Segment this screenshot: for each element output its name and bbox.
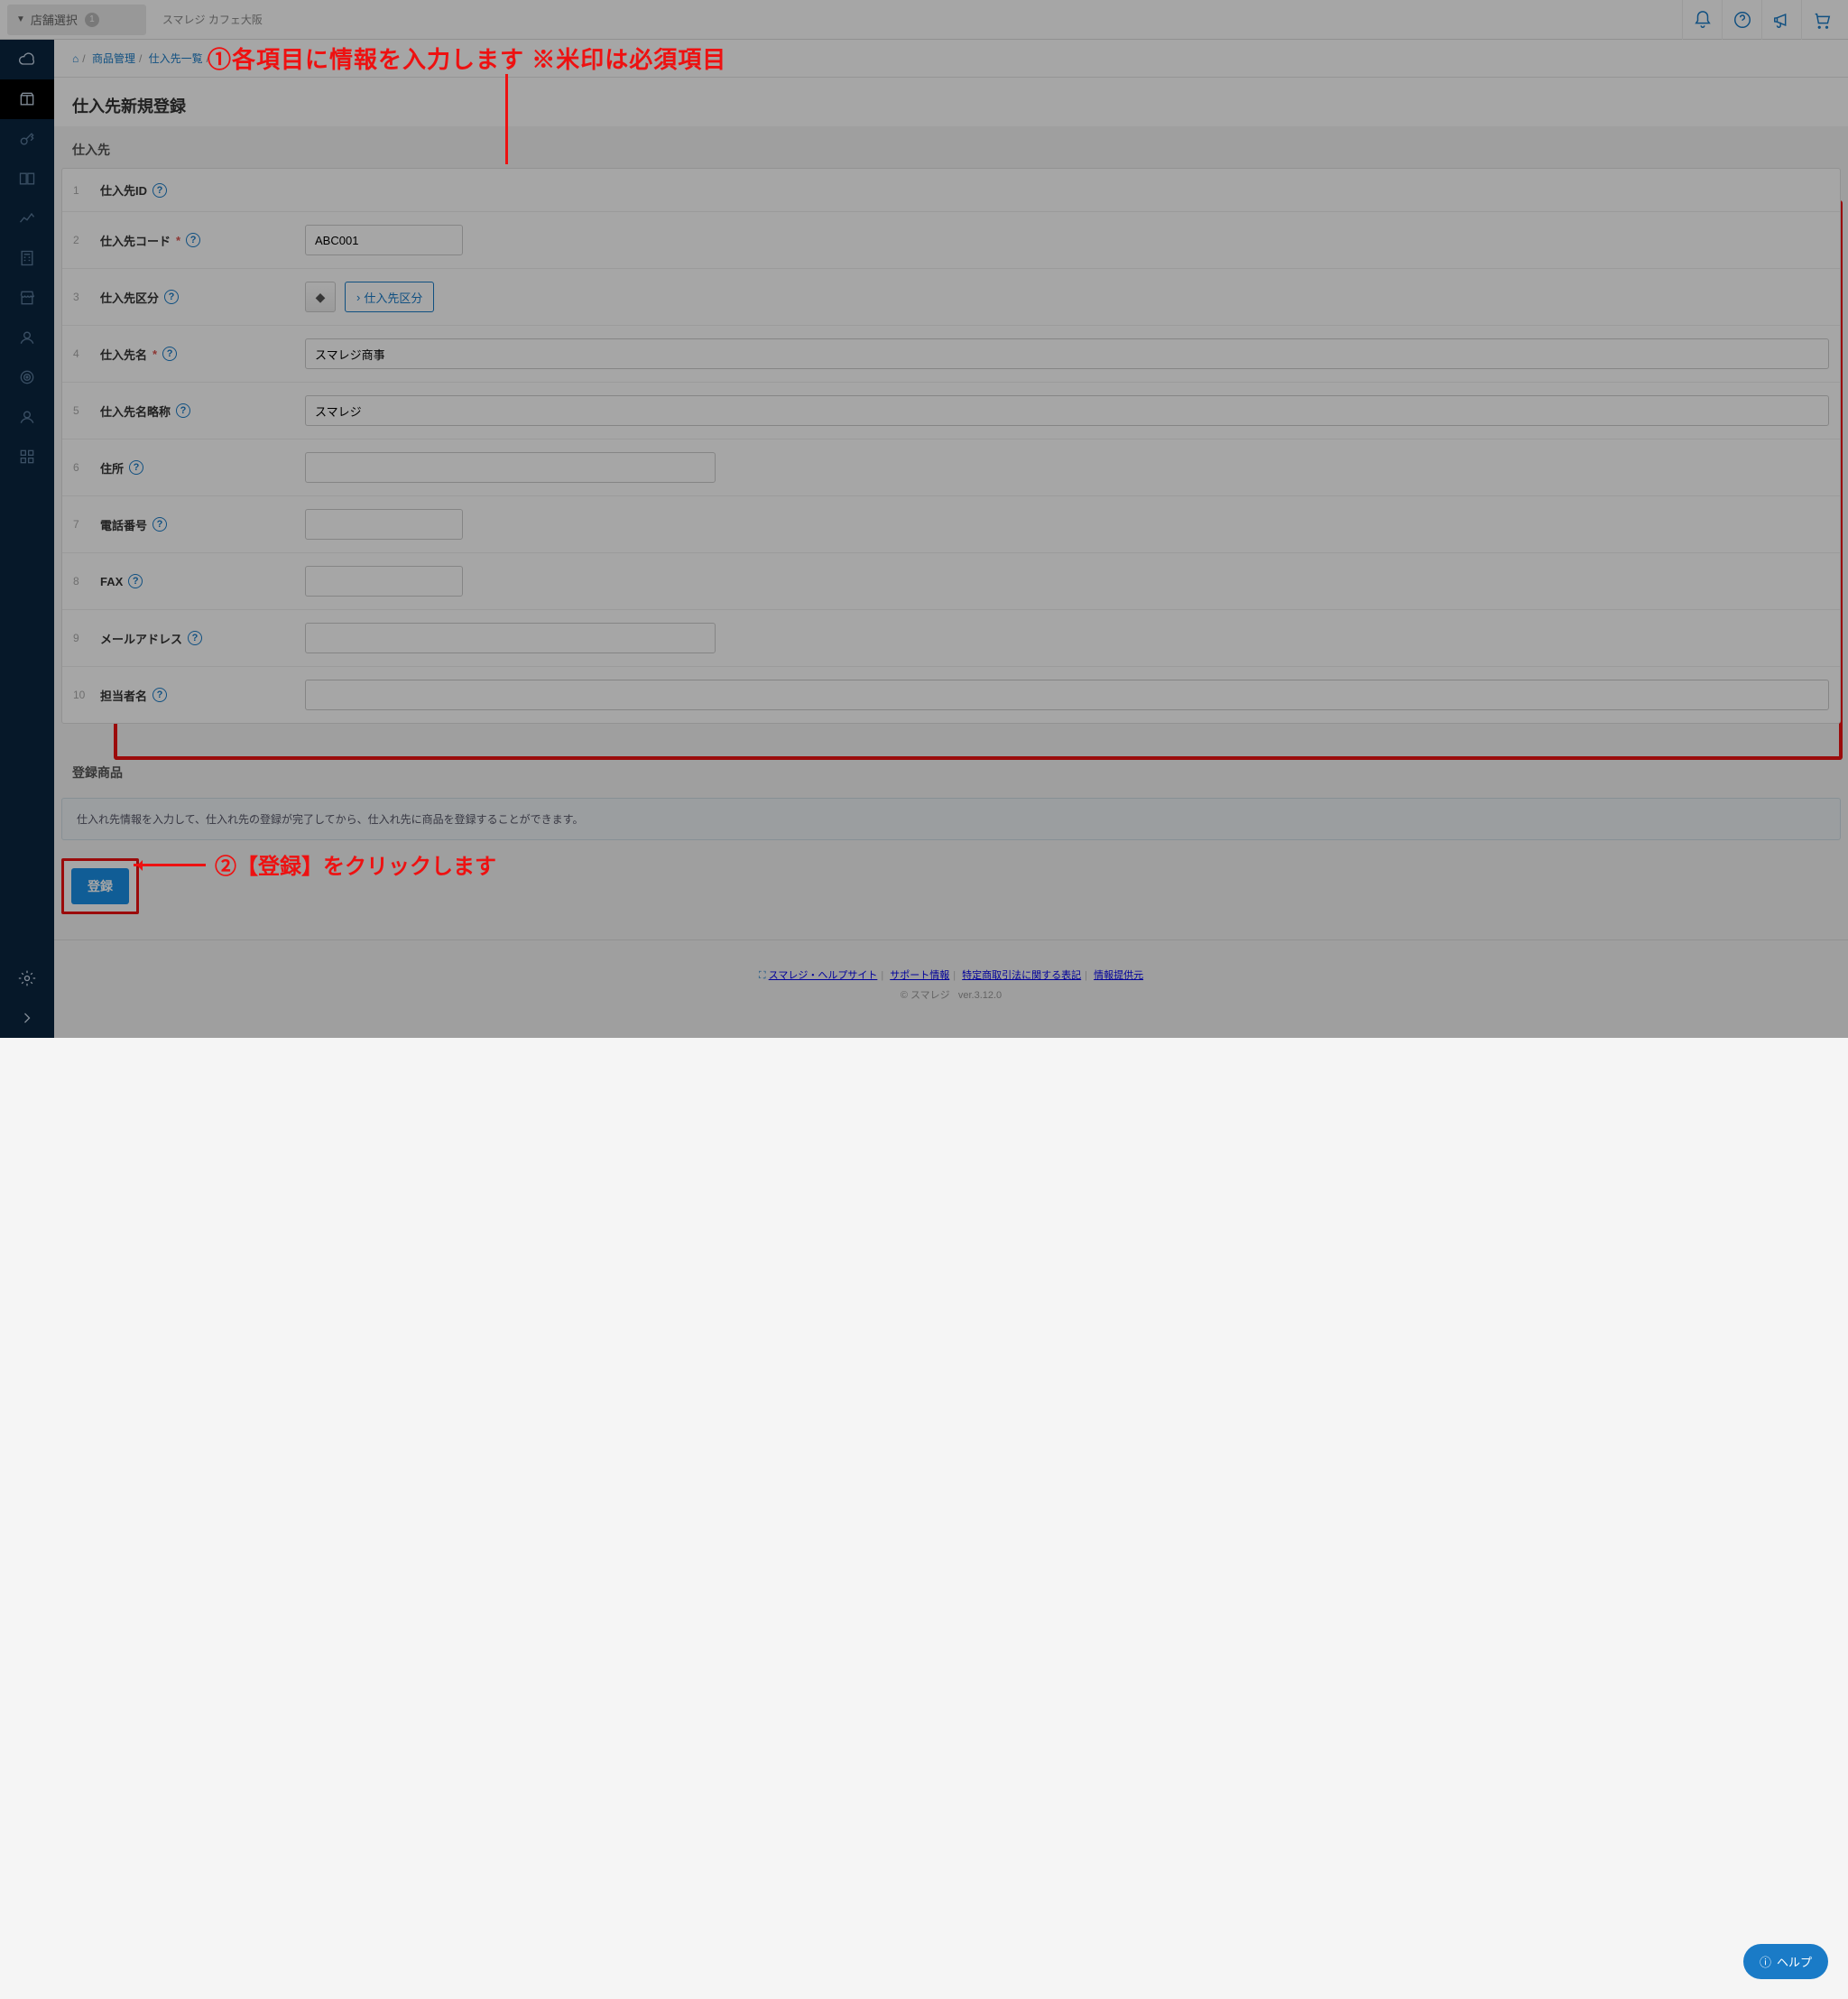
required-mark: * <box>176 234 180 247</box>
field-label: 仕入先コード <box>100 232 171 249</box>
help-fab-icon: ⓘ <box>1760 1953 1771 1970</box>
megaphone-icon[interactable] <box>1761 0 1801 40</box>
field-label: メールアドレス <box>100 630 182 647</box>
footer-link-icon: ⛶ <box>759 970 766 981</box>
store-count-badge: 1 <box>85 13 99 27</box>
footer-link[interactable]: 情報提供元 <box>1094 970 1143 981</box>
field-label: 担当者名 <box>100 687 147 704</box>
supplier-division-select[interactable]: ◆ <box>305 282 336 312</box>
help-icon[interactable]: ? <box>152 517 167 532</box>
register-button[interactable]: 登録 <box>71 868 129 904</box>
store-select-button[interactable]: ▼ 店舗選択 1 <box>7 5 146 35</box>
help-icon[interactable] <box>1722 0 1761 40</box>
breadcrumb-item[interactable]: 仕入先一覧 <box>149 52 203 65</box>
row-number: 4 <box>73 347 89 360</box>
field-label: 仕入先区分 <box>100 289 159 306</box>
footer-link[interactable]: サポート情報 <box>890 970 949 981</box>
supplier-division-link-button[interactable]: ›仕入先区分 <box>345 282 434 312</box>
bell-icon[interactable] <box>1682 0 1722 40</box>
row-number: 1 <box>73 184 89 197</box>
breadcrumb-item[interactable]: 商品管理 <box>92 52 135 65</box>
help-icon[interactable]: ? <box>188 631 202 645</box>
field-label: 住所 <box>100 459 124 477</box>
fax-input[interactable] <box>305 566 463 597</box>
sidebar-item-book[interactable] <box>0 159 54 199</box>
sidebar-item-chart[interactable] <box>0 199 54 238</box>
help-icon[interactable]: ? <box>152 688 167 702</box>
field-label: 仕入先ID <box>100 181 147 199</box>
field-label: 電話番号 <box>100 516 147 533</box>
annotation-frame: 登録 <box>61 858 139 914</box>
row-number: 2 <box>73 234 89 246</box>
section-heading: 登録商品 <box>54 749 1848 791</box>
help-icon[interactable]: ? <box>186 233 200 247</box>
required-mark: * <box>152 347 157 361</box>
sidebar-item-target[interactable] <box>0 357 54 397</box>
section-heading: 仕入先 <box>54 126 1848 168</box>
email-input[interactable] <box>305 623 716 653</box>
row-number: 9 <box>73 632 89 644</box>
sidebar-item-user1[interactable] <box>0 318 54 357</box>
row-number: 6 <box>73 461 89 474</box>
help-icon[interactable]: ? <box>176 403 190 418</box>
phone-input[interactable] <box>305 509 463 540</box>
row-number: 3 <box>73 291 89 303</box>
store-name: スマレジ カフェ大阪 <box>162 12 263 27</box>
help-icon[interactable]: ? <box>162 347 177 361</box>
topbar: ▼ 店舗選択 1 スマレジ カフェ大阪 <box>0 0 1848 40</box>
address-input[interactable] <box>305 452 716 483</box>
store-select-label: 店舗選択 <box>31 11 78 28</box>
cart-icon[interactable] <box>1801 0 1841 40</box>
info-message: 仕入れ先情報を入力して、仕入れ先の登録が完了してから、仕入れ先に商品を登録するこ… <box>61 798 1841 840</box>
row-number: 10 <box>73 689 89 701</box>
sidebar-item-user2[interactable] <box>0 397 54 437</box>
help-icon[interactable]: ? <box>129 460 143 475</box>
row-number: 5 <box>73 404 89 417</box>
sidebar-item-key[interactable] <box>0 119 54 159</box>
supplier-code-input[interactable] <box>305 225 463 255</box>
field-label: 仕入先名略称 <box>100 403 171 420</box>
field-label: FAX <box>100 575 123 588</box>
help-icon[interactable]: ? <box>128 574 143 588</box>
sidebar-item-store[interactable] <box>0 278 54 318</box>
breadcrumb-home-icon[interactable]: ⌂ <box>72 52 79 65</box>
help-icon[interactable]: ? <box>164 290 179 304</box>
footer-link[interactable]: スマレジ・ヘルプサイト <box>769 970 878 981</box>
row-number: 7 <box>73 518 89 531</box>
sidebar-item-settings[interactable] <box>0 958 54 998</box>
caret-down-icon: ▼ <box>16 14 25 24</box>
footer: ⛶ スマレジ・ヘルプサイト| サポート情報| 特定商取引法に関する表記| 情報提… <box>54 967 1848 1038</box>
sidebar <box>0 40 54 1038</box>
sidebar-item-grid[interactable] <box>0 437 54 477</box>
supplier-name-input[interactable] <box>305 338 1829 369</box>
main-content: ⌂/ 商品管理/ 仕入先一覧/ 仕入先新規登録 仕入先 1 仕入先ID? 2 仕… <box>54 40 1848 1038</box>
breadcrumb: ⌂/ 商品管理/ 仕入先一覧/ <box>54 40 1848 78</box>
contact-name-input[interactable] <box>305 680 1829 710</box>
row-number: 8 <box>73 575 89 588</box>
help-icon[interactable]: ? <box>152 183 167 198</box>
supplier-shortname-input[interactable] <box>305 395 1829 426</box>
chevron-right-icon: › <box>356 291 360 304</box>
field-label: 仕入先名 <box>100 346 147 363</box>
sidebar-item-calc[interactable] <box>0 238 54 278</box>
sidebar-item-cloud[interactable] <box>0 40 54 79</box>
help-fab-button[interactable]: ⓘ ヘルプ <box>1743 1944 1828 1979</box>
page-title: 仕入先新規登録 <box>54 78 1848 126</box>
footer-link[interactable]: 特定商取引法に関する表記 <box>962 970 1081 981</box>
form-panel: 1 仕入先ID? 2 仕入先コード*? 3 仕入先区分? ◆ ›仕入先区分 4 … <box>61 168 1841 724</box>
sidebar-item-expand[interactable] <box>0 998 54 1038</box>
sidebar-item-box[interactable] <box>0 79 54 119</box>
